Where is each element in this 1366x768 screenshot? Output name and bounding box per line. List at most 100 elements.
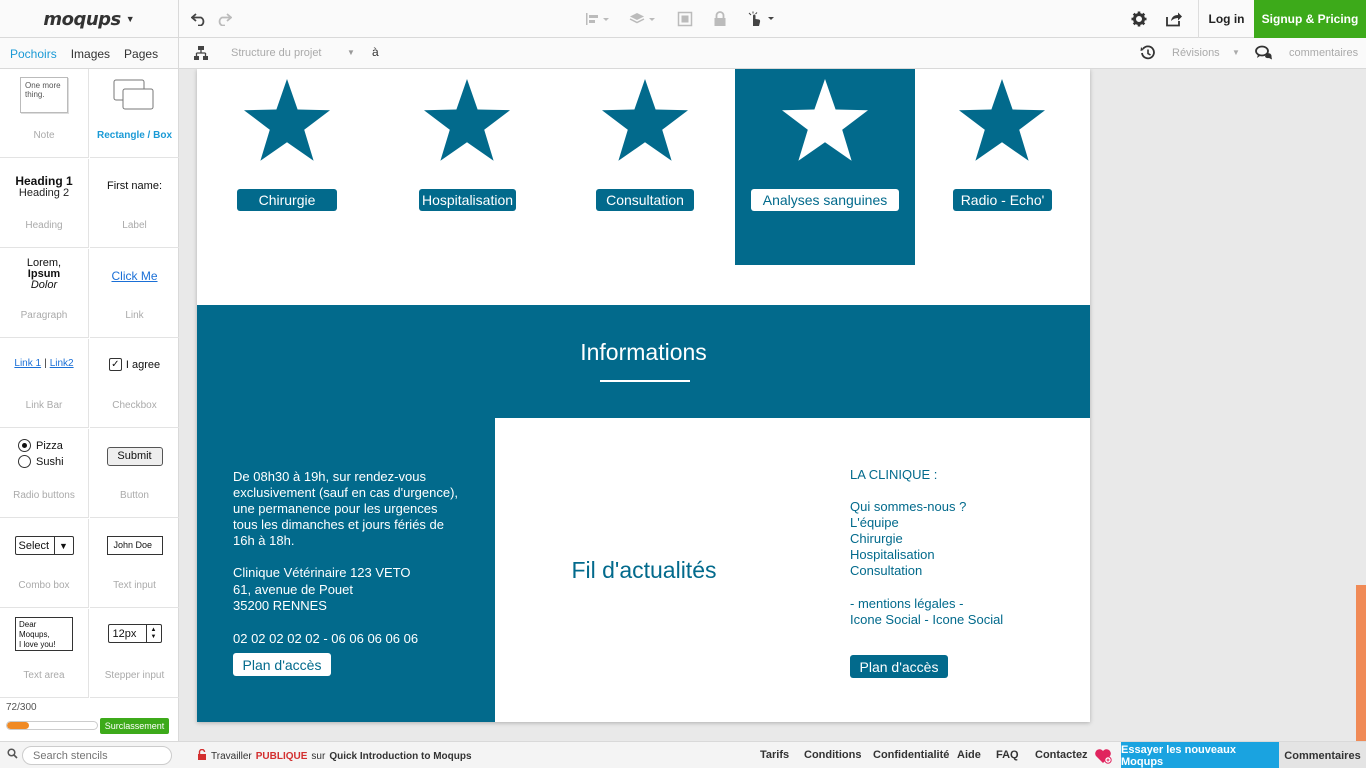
footer-link-faq[interactable]: FAQ xyxy=(996,749,1019,761)
service-tile[interactable]: Hospitalisation xyxy=(377,69,557,265)
stencil-label: Link xyxy=(125,310,144,321)
info-banner[interactable]: Informations xyxy=(197,305,1090,418)
combo-preview-box: Select ▼ xyxy=(14,536,74,555)
service-button[interactable]: Consultation xyxy=(596,189,694,211)
settings-icon[interactable] xyxy=(1130,10,1148,28)
clinic-link[interactable]: Chirurgie xyxy=(850,531,903,547)
stepper-preview-box: 12px ▲ ▼ xyxy=(107,624,162,643)
radio-preview: Pizza Sushi xyxy=(18,439,64,468)
service-tile[interactable]: Analyses sanguines xyxy=(735,69,915,265)
sitemap-icon[interactable] xyxy=(192,44,210,62)
group-icon[interactable] xyxy=(676,10,694,28)
clinic-link[interactable]: Consultation xyxy=(850,563,922,579)
service-tile[interactable]: Consultation xyxy=(555,69,735,265)
logo-menu[interactable]: moqups ▼ xyxy=(0,0,179,38)
tab-pages[interactable]: Pages xyxy=(124,47,158,61)
info-title: Informations xyxy=(580,339,707,365)
radio-selected-icon xyxy=(18,439,31,452)
service-button[interactable]: Hospitalisation xyxy=(419,189,516,211)
upgrade-button[interactable]: Surclassement xyxy=(100,718,169,734)
canvas[interactable]: Chirurgie Hospitalisation Consultation Anal… xyxy=(180,69,1366,741)
footer-link-contactez[interactable]: Contactez xyxy=(1035,749,1088,761)
footer-link-tarifs[interactable]: Tarifs xyxy=(760,749,789,761)
link-preview: Click Me xyxy=(111,269,158,283)
current-page-name[interactable]: à xyxy=(372,45,379,59)
stencil-radio-buttons[interactable]: Pizza Sushi Radio buttons xyxy=(0,429,89,518)
stencil-button[interactable]: Submit Button xyxy=(90,429,179,518)
stencil-text-area[interactable]: Dear Moqups, I love you! Text area xyxy=(0,609,89,698)
search-stencils-input[interactable] xyxy=(22,746,172,765)
stencil-checkbox[interactable]: ✓ I agree Checkbox xyxy=(90,339,179,428)
stencil-label: Stepper input xyxy=(104,670,165,681)
share-icon[interactable] xyxy=(1165,10,1183,28)
footer-link-confidentialite[interactable]: Confidentialité xyxy=(873,749,949,761)
clinic-link[interactable]: Hospitalisation xyxy=(850,547,935,563)
chevron-down-icon[interactable]: ▼ xyxy=(347,48,355,57)
signup-pricing-button[interactable]: Signup & Pricing xyxy=(1254,0,1366,38)
revisions-dropdown[interactable]: Révisions xyxy=(1172,47,1220,59)
stencil-stepper-input[interactable]: 12px ▲ ▼ Stepper input xyxy=(90,609,179,698)
service-button[interactable]: Analyses sanguines xyxy=(751,189,899,211)
plan-acces-button[interactable]: Plan d'accès xyxy=(850,655,948,678)
stencil-paragraph[interactable]: Lorem, Ipsum Dolor Paragraph xyxy=(0,249,89,338)
service-button[interactable]: Radio - Echo' xyxy=(953,189,1052,211)
search-icon xyxy=(7,748,18,762)
project-name[interactable]: Quick Introduction to Moqups xyxy=(329,751,471,762)
stencil-heading[interactable]: Heading 1 Heading 2 Heading xyxy=(0,159,89,248)
history-icon[interactable] xyxy=(1139,44,1157,62)
footer-link-conditions[interactable]: Conditions xyxy=(804,749,861,761)
stencil-label: Rectangle / Box xyxy=(96,130,173,141)
radio-preview-label: Sushi xyxy=(36,455,64,468)
hours-panel[interactable]: De 08h30 à 19h, sur rendez-vous exclusiv… xyxy=(197,418,495,722)
redo-icon[interactable] xyxy=(215,10,233,28)
try-new-moqups-button[interactable]: Essayer les nouveaux Moqups xyxy=(1121,742,1279,768)
address-line: 35200 RENNES xyxy=(233,598,327,613)
stencil-label: Radio buttons xyxy=(13,490,75,501)
interaction-icon[interactable] xyxy=(748,10,776,28)
textarea-preview: Dear Moqups, I love you! xyxy=(0,617,88,651)
project-structure-dropdown[interactable]: Structure du projet xyxy=(231,47,322,59)
clinic-link[interactable]: Qui sommes-nous ? xyxy=(850,499,966,515)
align-icon[interactable] xyxy=(584,10,612,28)
stencil-link-bar[interactable]: Link 1 | Link2 Link Bar xyxy=(0,339,89,428)
social-links[interactable]: Icone Social - Icone Social xyxy=(850,612,1003,628)
mockup-page[interactable]: Chirurgie Hospitalisation Consultation Anal… xyxy=(197,69,1090,722)
public-badge[interactable]: PUBLIQUE xyxy=(256,751,308,762)
combo-preview-value: Select xyxy=(18,539,50,552)
clinic-link[interactable]: L'équipe xyxy=(850,515,899,531)
comments-toggle[interactable]: commentaires xyxy=(1289,47,1358,59)
tab-images[interactable]: Images xyxy=(71,47,110,61)
canvas-scrollbar[interactable] xyxy=(1356,585,1366,741)
news-feed-title[interactable]: Fil d'actualités xyxy=(495,418,793,722)
stencil-label-text[interactable]: First name: Label xyxy=(90,159,179,248)
stencil-usage-count: 72/300 xyxy=(6,702,37,713)
comments-icon[interactable] xyxy=(1255,44,1273,62)
unlock-icon[interactable] xyxy=(197,748,207,763)
legal-link[interactable]: - mentions légales - xyxy=(850,596,963,612)
login-button[interactable]: Log in xyxy=(1198,0,1254,38)
tab-pochoirs[interactable]: Pochoirs xyxy=(10,47,57,61)
lock-icon[interactable] xyxy=(711,10,729,28)
plan-acces-button[interactable]: Plan d'accès xyxy=(233,653,331,676)
heart-icon[interactable] xyxy=(1094,748,1112,767)
footer-link-aide[interactable]: Aide xyxy=(957,749,981,761)
stencil-link[interactable]: Click Me Link xyxy=(90,249,179,338)
chevron-down-icon[interactable]: ▼ xyxy=(1232,48,1240,57)
panel-tabs: Pochoirs Images Pages xyxy=(0,38,179,69)
service-tile[interactable]: Radio - Echo' xyxy=(912,69,1092,265)
chevron-down-icon: ▼ xyxy=(125,14,135,24)
stencil-rectangle-box[interactable]: Rectangle / Box xyxy=(90,69,179,158)
comments-button[interactable]: Commentaires xyxy=(1279,742,1366,768)
service-tile[interactable]: Chirurgie xyxy=(197,69,377,265)
undo-icon[interactable] xyxy=(190,10,208,28)
phone-line: 02 02 02 02 02 - 06 06 06 06 06 xyxy=(233,631,419,646)
stencil-text-input[interactable]: John Doe Text input xyxy=(90,519,179,608)
stencil-note[interactable]: One more thing. Note xyxy=(0,69,89,158)
linkbar-link: Link2 xyxy=(49,358,74,369)
stepper-preview: 12px ▲ ▼ xyxy=(90,624,179,643)
service-button[interactable]: Chirurgie xyxy=(237,189,337,211)
stencil-combo-box[interactable]: Select ▼ Combo box xyxy=(0,519,89,608)
top-toolbar: moqups ▼ Log in Signup & Pricing xyxy=(0,0,1366,38)
news-title-text: Fil d'actualités xyxy=(571,556,717,583)
layers-icon[interactable] xyxy=(628,10,658,28)
